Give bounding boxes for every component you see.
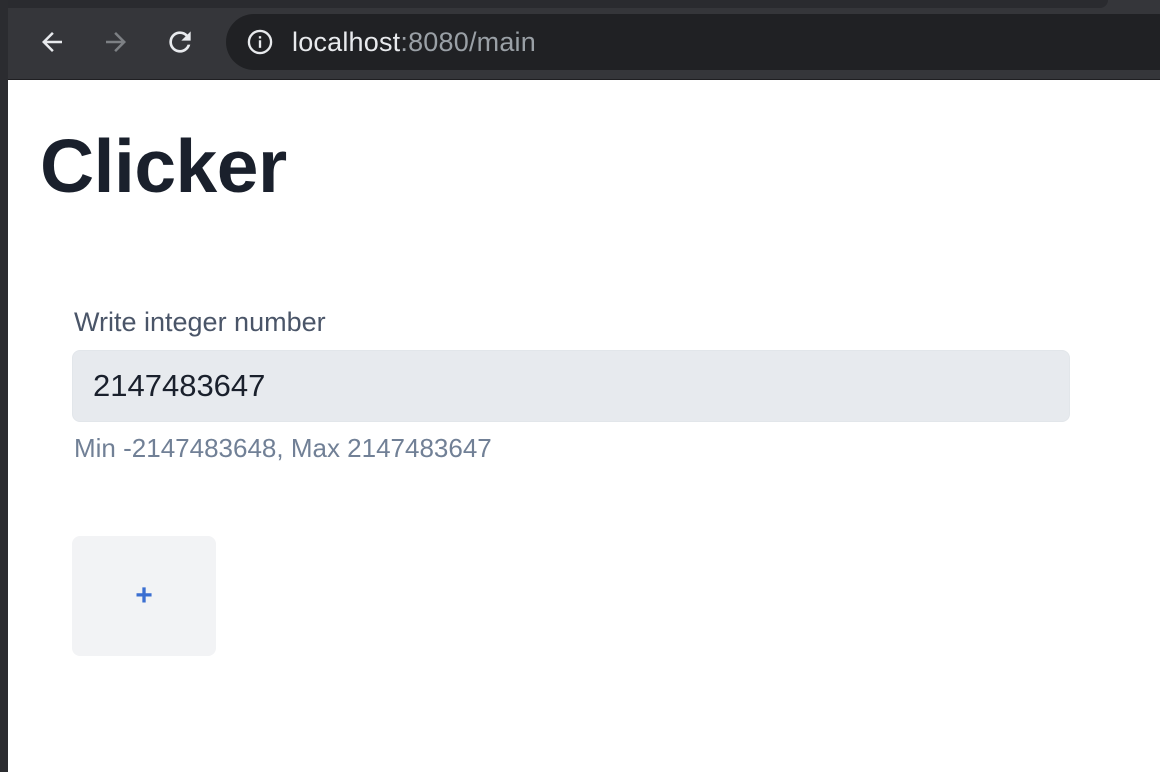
reload-icon bbox=[169, 31, 191, 53]
info-icon bbox=[247, 29, 273, 55]
page-content: Clicker Write integer number Min -214748… bbox=[8, 80, 1160, 772]
page-title: Clicker bbox=[40, 124, 287, 208]
reload-button[interactable] bbox=[160, 22, 200, 62]
address-bar[interactable]: localhost:8080/main bbox=[226, 14, 1160, 70]
arrow-left-icon bbox=[42, 32, 62, 52]
integer-field-label: Write integer number bbox=[74, 307, 326, 337]
url-text[interactable]: localhost:8080/main bbox=[292, 27, 536, 57]
browser-window: localhost:8080/main Clicker Write intege… bbox=[0, 0, 1160, 772]
back-button[interactable] bbox=[32, 22, 72, 62]
window-edge bbox=[0, 0, 8, 772]
arrow-right-icon bbox=[106, 32, 126, 52]
integer-input[interactable] bbox=[72, 350, 1070, 422]
tab-strip bbox=[8, 0, 1108, 8]
browser-toolbar: localhost:8080/main bbox=[8, 0, 1160, 80]
url-host: localhost bbox=[292, 27, 401, 57]
range-helper-text: Min -2147483648, Max 2147483647 bbox=[74, 433, 492, 463]
site-info-button[interactable] bbox=[246, 28, 274, 56]
url-path: :8080/main bbox=[400, 27, 536, 57]
increment-button[interactable]: + bbox=[72, 536, 216, 656]
forward-button[interactable] bbox=[96, 22, 136, 62]
